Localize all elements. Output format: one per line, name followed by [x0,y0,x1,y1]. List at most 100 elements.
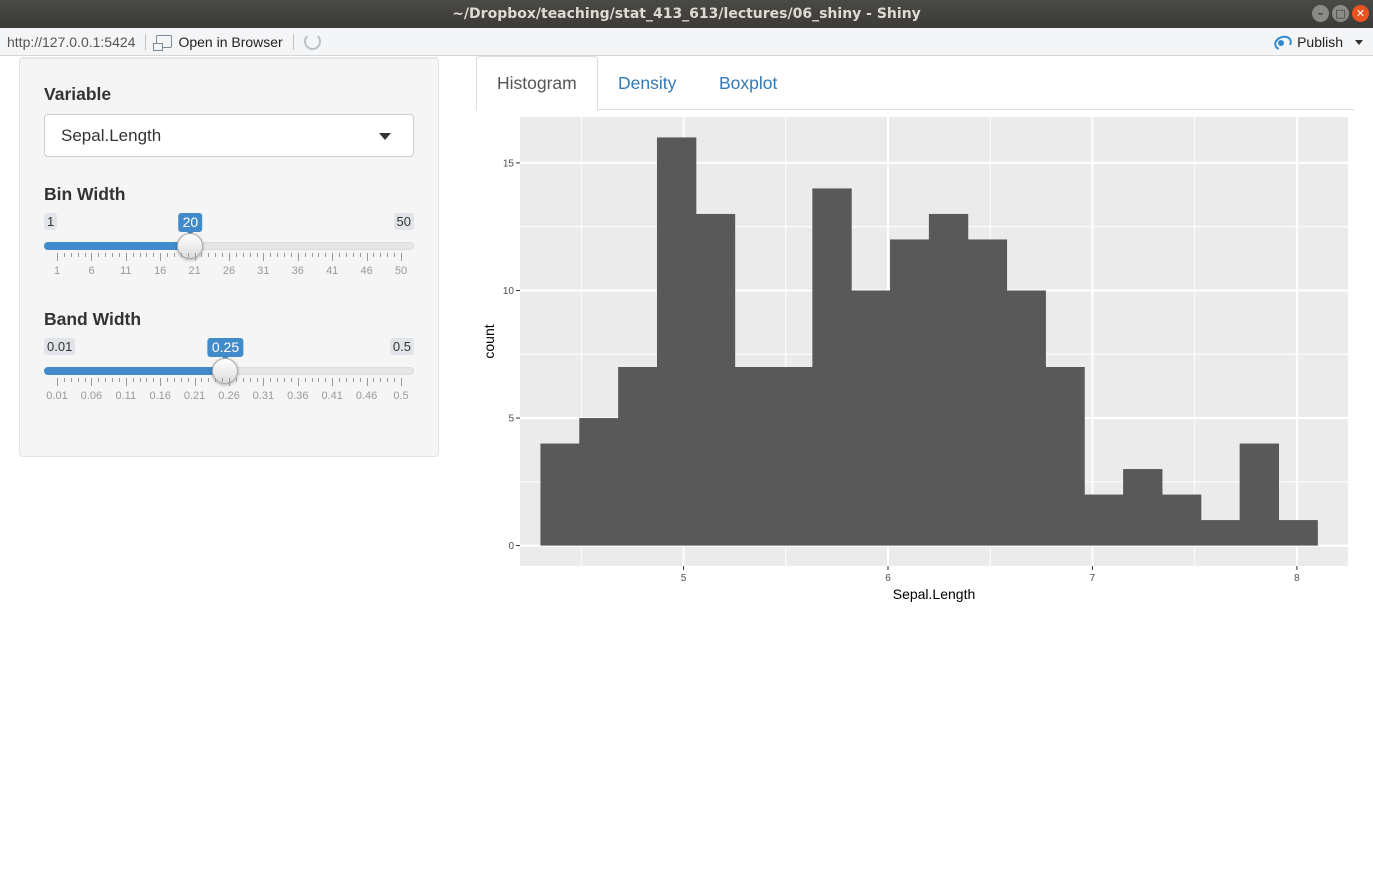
slider-tick-minor [311,253,313,257]
binwidth-slider[interactable]: 1 50 20 1 6 11 16 21 26 31 36 41 46 50 [44,213,414,283]
slider-tick-minor [187,378,189,382]
slider-tick-major [366,378,368,386]
slider-tick-minor [277,253,279,257]
slider-tick-minor [70,253,72,257]
binwidth-value: 20 [178,213,203,236]
x-tick-label: 7 [1090,573,1096,584]
close-icon[interactable]: ✕ [1352,5,1369,22]
open-window-icon [153,35,173,51]
y-tick-label: 10 [503,286,515,297]
slider-tick-minor [256,253,258,257]
slider-tick-major [401,378,402,386]
histogram-bar [773,367,813,546]
slider-tick-minor [394,378,396,382]
slider-tick-major [263,378,265,386]
histogram-bar [1123,469,1163,546]
slider-tick-label: 6 [88,265,95,277]
bandwidth-slider[interactable]: 0.01 0.5 0.25 0.01 0.06 0.11 0.16 0.21 0.26 0.… [44,338,414,408]
refresh-icon[interactable] [303,33,321,50]
histogram-bar [1045,367,1085,546]
plot-tabs: Histogram Density Boxplot [476,56,1354,111]
slider-tick-minor [387,253,389,257]
histogram-bar [579,418,619,546]
slider-tick-label: 50 [394,265,408,277]
slider-tick-major [125,253,127,261]
slider-tick-major [57,253,58,261]
slider-tick-minor [132,378,134,382]
x-tick-label: 6 [885,573,891,584]
slider-tick-minor [167,253,169,257]
histogram-bar [1084,494,1124,546]
slider-tick-label: 0.11 [115,390,137,402]
histogram-bar [656,137,697,546]
publish-button[interactable]: Publish [1273,28,1363,56]
slider-tick-label: 0.46 [355,390,378,402]
slider-tick-minor [201,253,203,257]
histogram-bar [851,290,891,546]
slider-tick-major [91,378,93,386]
tab-histogram[interactable]: Histogram [476,56,598,111]
slider-tick-minor [284,253,286,257]
tab-boxplot[interactable]: Boxplot [699,56,797,110]
slider-tick-major [160,253,162,261]
window-controls: – □ ✕ [1312,5,1369,22]
slider-tick-minor [249,253,251,257]
slider-tick-minor [277,378,279,382]
slider-tick-label: 16 [154,265,167,277]
slider-tick-minor [215,378,217,382]
open-in-browser-button[interactable]: Open in Browser [153,33,283,51]
chevron-down-icon [379,133,391,140]
slider-tick-minor [222,253,224,257]
tab-density[interactable]: Density [598,56,696,110]
slider-tick-label: 0.16 [149,390,171,402]
bandwidth-value: 0.25 [207,338,244,361]
slider-tick-minor [201,378,203,382]
slider-tick-minor [318,253,320,257]
maximize-icon[interactable]: □ [1332,5,1349,22]
slider-tick-label: 0.36 [287,390,309,402]
slider-tick-minor [180,253,182,257]
slider-tick-minor [118,378,120,382]
slider-tick-minor [318,378,320,382]
histogram-bar [890,239,930,546]
slider-tick-major [57,378,58,386]
slider-tick-minor [173,378,175,382]
slider-tick-minor [98,253,100,257]
chevron-down-icon[interactable] [1355,39,1363,45]
histogram-bar [618,367,658,546]
histogram-bar [695,213,736,546]
slider-tick-minor [63,378,65,382]
open-in-browser-label: Open in Browser [178,33,283,50]
histogram-bar [540,443,580,546]
slider-tick-minor [284,378,286,382]
bandwidth-max: 0.5 [389,338,414,355]
url-text[interactable]: http://127.0.0.1:5424 [0,34,135,50]
slider-tick-minor [132,253,134,257]
slider-tick-minor [380,378,382,382]
slider-tick-major [194,378,196,386]
histogram-bar [1200,520,1241,546]
slider-tick-minor [98,378,100,382]
slider-tick-minor [84,378,86,382]
slider-tick-minor [290,378,292,382]
slider-tick-minor [270,253,272,257]
slider-tick-major [332,378,334,386]
slider-tick-minor [339,253,341,257]
slider-tick-label: 11 [120,265,132,277]
slider-tick-minor [242,253,244,257]
slider-tick-minor [146,378,148,382]
slider-fill [44,367,226,375]
slider-tick-label: 26 [222,265,236,277]
slider-tick-major [297,378,299,386]
window-titlebar: ~/Dropbox/teaching/stat_413_613/lectures… [0,0,1373,28]
slider-tick-label: 0.01 [46,390,68,402]
y-tick-label: 15 [503,158,515,169]
slider-fill [44,242,191,250]
variable-select[interactable]: Sepal.Length [44,114,414,157]
slider-tick-label: 1 [53,265,61,277]
slider-tick-minor [380,253,382,257]
histogram-bar [734,367,775,546]
binwidth-label: Bin Width [44,184,126,204]
slider-tick-minor [311,378,313,382]
minimize-icon[interactable]: – [1312,5,1329,22]
